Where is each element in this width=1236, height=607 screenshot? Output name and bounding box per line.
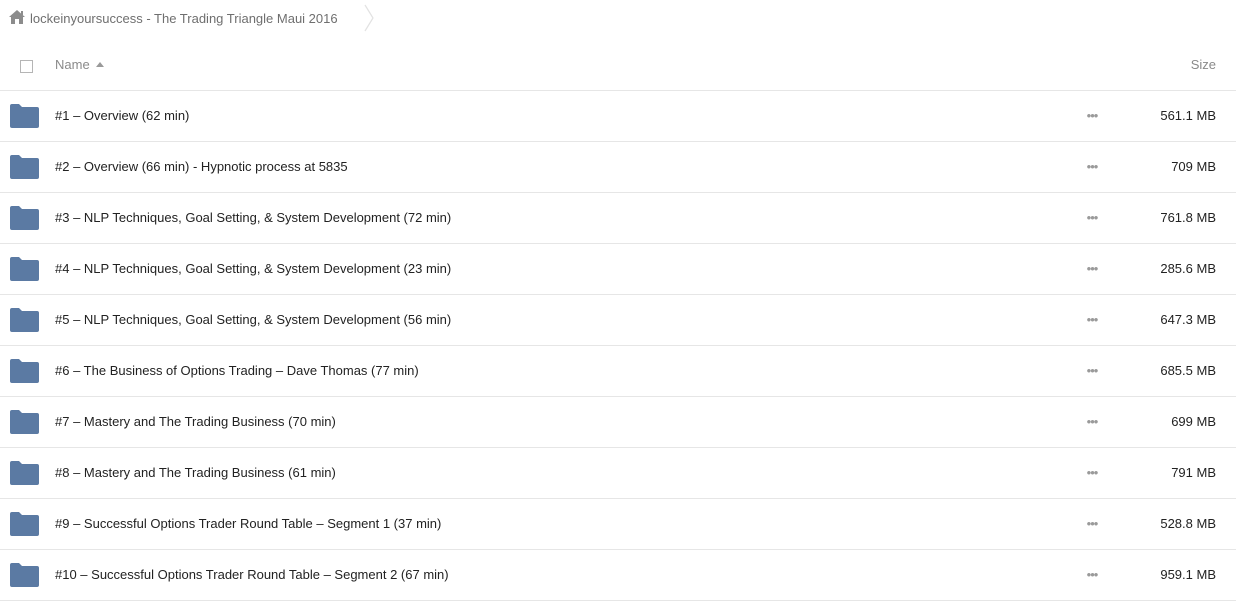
file-name[interactable]: #10 – Successful Options Trader Round Ta… xyxy=(55,567,449,582)
select-all-checkbox[interactable] xyxy=(20,60,33,73)
file-size: 285.6 MB xyxy=(1160,261,1216,276)
file-size: 699 MB xyxy=(1171,414,1216,429)
file-list: #1 – Overview (62 min) ••• 561.1 MB #2 – Ov… xyxy=(0,91,1236,601)
size-column-header[interactable]: Size xyxy=(1191,57,1216,72)
file-size: 959.1 MB xyxy=(1160,567,1216,582)
file-row[interactable]: #8 – Mastery and The Trading Business (6… xyxy=(0,448,1236,499)
file-size: 528.8 MB xyxy=(1160,516,1216,531)
file-name[interactable]: #3 – NLP Techniques, Goal Setting, & Sys… xyxy=(55,210,451,225)
file-row[interactable]: #3 – NLP Techniques, Goal Setting, & Sys… xyxy=(0,193,1236,244)
more-options-icon[interactable]: ••• xyxy=(1084,414,1100,430)
file-list-header: Name Size xyxy=(0,41,1236,91)
file-name[interactable]: #6 – The Business of Options Trading – D… xyxy=(55,363,419,378)
file-name[interactable]: #9 – Successful Options Trader Round Tab… xyxy=(55,516,441,531)
file-row[interactable]: #9 – Successful Options Trader Round Tab… xyxy=(0,499,1236,550)
file-size: 685.5 MB xyxy=(1160,363,1216,378)
name-column-label: Name xyxy=(55,57,90,72)
sort-ascending-icon xyxy=(95,62,104,67)
file-row[interactable]: #7 – Mastery and The Trading Business (7… xyxy=(0,397,1236,448)
more-options-icon[interactable]: ••• xyxy=(1084,465,1100,481)
folder-icon xyxy=(10,512,39,536)
more-options-icon[interactable]: ••• xyxy=(1084,108,1100,124)
folder-icon xyxy=(10,257,39,281)
file-name[interactable]: #2 – Overview (66 min) - Hypnotic proces… xyxy=(55,159,348,174)
file-row[interactable]: #1 – Overview (62 min) ••• 561.1 MB xyxy=(0,91,1236,142)
file-name[interactable]: #1 – Overview (62 min) xyxy=(55,108,189,123)
file-name[interactable]: #4 – NLP Techniques, Goal Setting, & Sys… xyxy=(55,261,451,276)
folder-icon xyxy=(10,206,39,230)
file-name[interactable]: #5 – NLP Techniques, Goal Setting, & Sys… xyxy=(55,312,451,327)
more-options-icon[interactable]: ••• xyxy=(1084,363,1100,379)
folder-icon xyxy=(10,359,39,383)
more-options-icon[interactable]: ••• xyxy=(1084,516,1100,532)
home-icon[interactable] xyxy=(9,10,25,24)
file-size: 709 MB xyxy=(1171,159,1216,174)
file-row[interactable]: #2 – Overview (66 min) - Hypnotic proces… xyxy=(0,142,1236,193)
file-row[interactable]: #4 – NLP Techniques, Goal Setting, & Sys… xyxy=(0,244,1236,295)
file-size: 647.3 MB xyxy=(1160,312,1216,327)
more-options-icon[interactable]: ••• xyxy=(1084,312,1100,328)
folder-icon xyxy=(10,461,39,485)
folder-icon xyxy=(10,155,39,179)
folder-icon xyxy=(10,410,39,434)
file-row[interactable]: #6 – The Business of Options Trading – D… xyxy=(0,346,1236,397)
folder-icon xyxy=(10,104,39,128)
more-options-icon[interactable]: ••• xyxy=(1084,261,1100,277)
file-size: 791 MB xyxy=(1171,465,1216,480)
more-options-icon[interactable]: ••• xyxy=(1084,159,1100,175)
folder-icon xyxy=(10,308,39,332)
breadcrumb-folder-link[interactable]: lockeinyoursuccess - The Trading Triangl… xyxy=(30,11,338,26)
breadcrumb: lockeinyoursuccess - The Trading Triangl… xyxy=(0,0,1236,38)
folder-icon xyxy=(10,563,39,587)
file-name[interactable]: #7 – Mastery and The Trading Business (7… xyxy=(55,414,336,429)
name-column-header[interactable]: Name xyxy=(55,57,104,72)
file-size: 561.1 MB xyxy=(1160,108,1216,123)
file-size: 761.8 MB xyxy=(1160,210,1216,225)
file-name[interactable]: #8 – Mastery and The Trading Business (6… xyxy=(55,465,336,480)
chevron-right-icon xyxy=(364,4,374,32)
more-options-icon[interactable]: ••• xyxy=(1084,210,1100,226)
file-row[interactable]: #10 – Successful Options Trader Round Ta… xyxy=(0,550,1236,601)
file-row[interactable]: #5 – NLP Techniques, Goal Setting, & Sys… xyxy=(0,295,1236,346)
more-options-icon[interactable]: ••• xyxy=(1084,567,1100,583)
